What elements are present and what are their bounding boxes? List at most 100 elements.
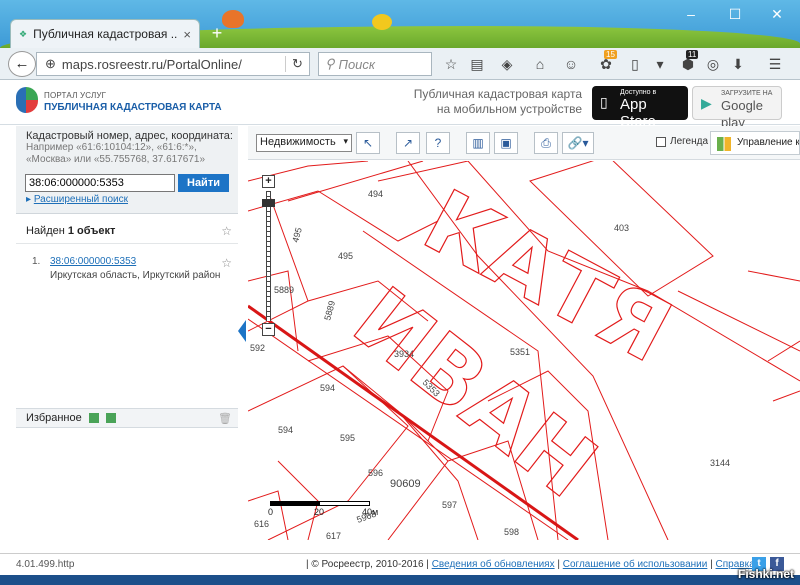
parcel-label: 594 <box>320 383 335 393</box>
parcel-label: 5889 <box>322 300 337 322</box>
found-count: 1 объект <box>67 225 116 237</box>
result-link[interactable]: 38:06:000000:5353 <box>50 256 136 267</box>
parcel-label: 495 <box>338 251 353 261</box>
left-panel: Кадастровый номер, адрес, координата: На… <box>16 126 238 540</box>
portal-title[interactable]: ПУБЛИЧНАЯ КАДАСТРОВАЯ КАРТА <box>44 102 222 113</box>
gosuslugi-logo-icon[interactable] <box>16 87 38 113</box>
clipboard-icon[interactable]: ▯ <box>625 54 645 74</box>
phone-icon: ▯ <box>600 94 608 110</box>
home-icon[interactable]: ⌂ <box>530 54 550 74</box>
identify-tool-icon[interactable]: ↖ <box>356 132 380 154</box>
pocket-icon[interactable]: ◈ <box>497 54 517 74</box>
star-icon[interactable]: ☆ <box>221 224 232 238</box>
manage-maps-button[interactable]: Управление к <box>710 131 800 155</box>
object-tool-icon[interactable]: ▣ <box>494 132 518 154</box>
tab-close-icon[interactable]: × <box>183 27 191 42</box>
chat-icon[interactable]: ☺ <box>561 54 581 74</box>
parcel-boundary <box>677 290 800 352</box>
layer-select-value: Недвижимость <box>260 136 336 148</box>
star-bookmark-icon[interactable]: ☆ <box>441 54 461 74</box>
reload-icon[interactable]: ↻ <box>285 56 309 72</box>
mobile-line-1: Публичная кадастровая карта <box>413 87 582 101</box>
parcel-boundary <box>747 270 800 282</box>
updates-link[interactable]: Сведения об обновлениях <box>432 559 555 570</box>
bird-icon <box>372 14 392 30</box>
legend-label: Легенда <box>670 136 709 147</box>
menu-icon[interactable]: ☰ <box>765 54 785 74</box>
advanced-search-label: Расширенный поиск <box>33 194 128 205</box>
manage-label: Управление к <box>737 137 800 148</box>
download-icon[interactable]: ⬇ <box>728 54 748 74</box>
legend-toggle[interactable]: Легенда <box>656 136 708 147</box>
layer-select[interactable]: Недвижимость ▾ <box>256 134 352 152</box>
mobile-line-2: на мобильном устройстве <box>436 102 582 116</box>
mobile-promo: Публичная кадастровая карта на мобильном… <box>400 87 582 117</box>
addon-badge: 15 <box>604 50 617 59</box>
zoom-out-button[interactable]: − <box>262 323 275 336</box>
magnifier-icon: ⚲ <box>325 56 335 71</box>
found-prefix: Найден <box>26 225 68 237</box>
browser-titlebar: ❖ Публичная кадастровая ... × + – ☐ ✕ <box>0 0 800 48</box>
browser-search-input[interactable]: ⚲ Поиск <box>318 52 432 76</box>
portal-header: ПОРТАЛ УСЛУГ ПУБЛИЧНАЯ КАДАСТРОВАЯ КАРТА… <box>0 81 800 130</box>
parcel-boundary <box>287 161 424 202</box>
find-button[interactable]: Найти <box>178 174 229 192</box>
parcel-label: 616 <box>254 519 269 529</box>
print-icon[interactable]: ⎙ <box>534 132 558 154</box>
minimize-button[interactable]: – <box>676 6 706 22</box>
search-hint-2: «Москва» или «55.755768, 37.617671» <box>26 154 206 165</box>
favicon-icon: ❖ <box>19 28 28 39</box>
cadastral-search-input[interactable] <box>25 174 175 192</box>
close-window-button[interactable]: ✕ <box>762 6 792 23</box>
appstore-small: Доступно в <box>620 89 657 96</box>
zoom-in-button[interactable]: + <box>262 175 275 188</box>
new-tab-button[interactable]: + <box>206 24 228 44</box>
advanced-search-link[interactable]: ▸ Расширенный поиск <box>26 194 128 205</box>
scale-bar: 0 20 40м <box>268 501 378 518</box>
legend-checkbox[interactable] <box>656 136 666 147</box>
watermark-text: Fishki.net <box>737 567 794 581</box>
globe-icon: ⊕ <box>45 56 56 71</box>
cadastral-map[interactable]: 494 403 495 495 5889 5889 592 3934 5351 … <box>248 161 800 540</box>
parcel-label: 5351 <box>510 347 530 357</box>
zoom-slider-handle[interactable] <box>262 199 275 207</box>
export-icon[interactable] <box>88 413 99 424</box>
parcel-label: 595 <box>340 433 355 443</box>
parcel-label: 495 <box>290 226 304 243</box>
measure-tool-icon[interactable]: ↗ <box>396 132 420 154</box>
parcel-label: 597 <box>442 500 457 510</box>
arrow-right-icon: ▸ <box>26 194 32 205</box>
collapse-panel-handle[interactable] <box>238 320 246 342</box>
sync-icon[interactable]: ◎ <box>703 54 723 74</box>
copyright-text: | © Росреестр, 2010-2016 | <box>306 559 429 570</box>
parcel-label: 90609 <box>390 478 421 490</box>
version-text: 4.01.499.http <box>16 559 75 570</box>
parcel-label: 3144 <box>710 458 730 468</box>
search-placeholder: Поиск <box>338 56 376 72</box>
address-bar[interactable]: ⊕ maps.rosreestr.ru/PortalOnline/ ↻ <box>36 52 310 76</box>
chevron-down-icon[interactable]: ▾ <box>650 54 670 74</box>
googleplay-button[interactable]: ▶ ЗАГРУЗИТЕ НА Google play <box>692 86 782 130</box>
zoom-slider[interactable] <box>266 191 271 321</box>
import-icon[interactable] <box>105 413 116 424</box>
parcel-label: 594 <box>278 425 293 435</box>
maximize-button[interactable]: ☐ <box>720 6 750 23</box>
parcel-label: 592 <box>250 343 265 353</box>
portal-subtitle: ПОРТАЛ УСЛУГ <box>44 91 107 100</box>
info-tool-icon[interactable]: ? <box>426 132 450 154</box>
appstore-button[interactable]: ▯ Доступно в App Store <box>592 86 688 130</box>
link-icon[interactable]: 🔗▾ <box>562 132 594 154</box>
parcel-label: 596 <box>368 468 383 478</box>
favorites-label: Избранное <box>26 412 82 424</box>
building-tool-icon[interactable]: ▥ <box>466 132 490 154</box>
appstore-big: App Store <box>620 96 656 130</box>
trash-icon[interactable]: 🗑 <box>218 412 232 425</box>
back-button[interactable]: ← <box>8 51 36 77</box>
chevron-down-icon: ▾ <box>343 136 348 146</box>
result-star-icon[interactable]: ☆ <box>221 256 232 270</box>
reading-list-icon[interactable]: ▤ <box>467 54 487 74</box>
result-address: Иркутская область, Иркутский район <box>50 270 221 281</box>
browser-tab[interactable]: ❖ Публичная кадастровая ... × <box>10 19 200 48</box>
terms-link[interactable]: Соглашение об использовании <box>563 559 708 570</box>
scale-label-40: 40м <box>362 507 379 517</box>
